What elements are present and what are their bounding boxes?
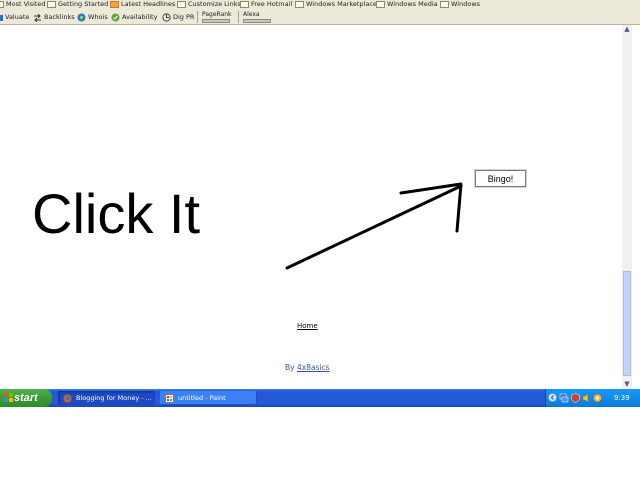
taskbar-item-firefox[interactable]: Blogging for Money - ... (58, 391, 155, 405)
bingo-button[interactable]: Bingo! (475, 170, 526, 187)
start-label: start (14, 392, 38, 404)
author-link[interactable]: 4x8asics (297, 363, 330, 372)
system-tray: 9:39 PM (545, 389, 640, 420)
taskbar-item-paint[interactable]: untitled - Paint (160, 391, 257, 405)
byline-prefix: By (285, 363, 295, 372)
volume-icon[interactable] (582, 393, 591, 403)
network-icon[interactable] (559, 393, 569, 403)
taskbar-item-label: Blogging for Money - ... (76, 394, 152, 402)
taskbar-item-label: untitled - Paint (178, 394, 226, 402)
home-link[interactable]: Home (297, 322, 318, 330)
firefox-icon (63, 394, 72, 403)
security-shield-icon[interactable] (571, 393, 580, 403)
byline: By 4x8asics (285, 363, 330, 372)
windows-flag-icon (4, 393, 13, 402)
start-button[interactable]: start (0, 389, 52, 407)
show-hidden-icons-button[interactable] (548, 392, 557, 403)
antivirus-icon[interactable] (593, 393, 602, 403)
taskbar: start Blogging for Money - ... untitled … (0, 389, 640, 420)
empty-area (0, 407, 640, 480)
paint-icon (165, 394, 174, 403)
